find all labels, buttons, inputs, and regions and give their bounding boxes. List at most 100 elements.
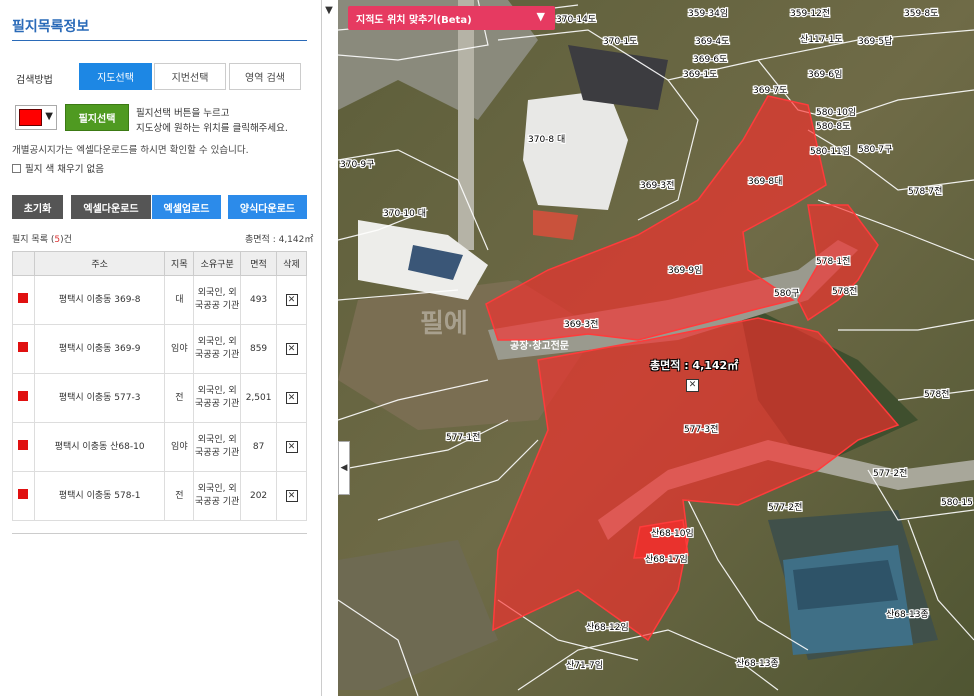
col-owner: 소유구분 — [193, 251, 242, 276]
parcel-label: 369-5답 — [858, 35, 892, 47]
panel-collapse-icon[interactable]: ▼ — [322, 5, 336, 21]
parcel-label: 369-3전 — [564, 319, 598, 330]
no-fill-checkbox[interactable] — [12, 163, 21, 173]
cell-category: 대 — [164, 275, 195, 325]
panel-bottom-divider — [12, 533, 307, 534]
delete-icon[interactable]: ✕ — [285, 440, 298, 453]
parcel-label: 578-7전 — [908, 186, 942, 197]
col-category: 지목 — [164, 251, 195, 276]
cell-address: 평택시 이충동 산68-10 — [33, 422, 166, 472]
title-divider — [12, 40, 307, 41]
parcel-label: 359-12전 — [790, 8, 830, 19]
close-icon[interactable]: ✕ — [686, 379, 699, 392]
table-row[interactable]: 평택시 이충동 369-8 대 외국인, 외국공공 기관 493 ✕ — [12, 275, 307, 325]
excel-upload-button[interactable]: 엑셀업로드 — [152, 195, 221, 219]
parcel-label: 359-8도 — [904, 9, 938, 19]
cell-area: 87 — [240, 422, 278, 472]
chevron-down-icon: ▼ — [536, 10, 545, 23]
aerial-map[interactable]: 370-14도 359-34임 359-12전 359-8도 370-1도 36… — [338, 0, 974, 696]
delete-icon[interactable]: ✕ — [285, 391, 298, 404]
cell-address: 평택시 이충동 369-8 — [33, 275, 166, 325]
cell-owner: 외국인, 외국공공 기관 — [193, 471, 242, 521]
parcel-label: 369-6도 — [693, 55, 727, 65]
parcel-label: 577-3전 — [684, 424, 718, 435]
parcel-label: 359-34임 — [688, 7, 728, 19]
parcel-color-flag — [18, 439, 29, 450]
table-row[interactable]: 평택시 이충동 369-9 임야 외국인, 외국공공 기관 859 ✕ — [12, 324, 307, 374]
cell-area: 493 — [240, 275, 278, 325]
parcel-label: 578전 — [924, 389, 949, 400]
table-header-row: 주소 지목 소유구분 면적 삭제 — [12, 251, 307, 276]
delete-icon[interactable]: ✕ — [285, 293, 298, 306]
parcel-label: 369-8대 — [748, 176, 782, 187]
col-delete: 삭제 — [276, 251, 307, 276]
excel-download-button[interactable]: 엑셀다운로드 — [71, 195, 151, 219]
parcel-label: 580-11임 — [810, 145, 850, 157]
price-info-text: 개별공시지가는 엑셀다운로드를 하시면 확인할 수 있습니다. — [12, 145, 249, 156]
color-swatch — [19, 109, 42, 126]
cell-area: 859 — [240, 324, 278, 374]
parcel-label: 577-2전 — [873, 468, 907, 479]
cell-owner: 외국인, 외국공공 기관 — [193, 422, 242, 472]
parcel-label: 370-1도 — [603, 37, 637, 47]
cell-owner: 외국인, 외국공공 기관 — [193, 324, 242, 374]
cell-address: 평택시 이충동 369-9 — [33, 324, 166, 374]
cadastral-align-label: 지적도 위치 맞추기(Beta) — [356, 14, 472, 26]
building-roof — [523, 90, 628, 210]
reset-button[interactable]: 초기화 — [12, 195, 63, 219]
parcel-label: 370-10 대 — [383, 208, 426, 219]
no-fill-checkbox-row[interactable]: 필지 색 채우기 없음 — [12, 161, 104, 175]
parcel-label: 580구 — [774, 288, 799, 299]
parcel-color-flag — [18, 341, 29, 352]
parcel-label: 산68-17임 — [645, 553, 688, 565]
panel-toggle-button[interactable]: ◀ — [338, 441, 350, 495]
table-row[interactable]: 평택시 이충동 578-1 전 외국인, 외국공공 기관 202 ✕ — [12, 471, 307, 521]
parcel-label: 산68-13종 — [886, 609, 929, 620]
cell-owner: 외국인, 외국공공 기관 — [193, 373, 242, 423]
hint-line-2: 지도상에 원하는 위치를 클릭해주세요. — [136, 123, 288, 134]
parcel-label: 370-9구 — [340, 159, 374, 170]
cadastral-align-dropdown[interactable]: 지적도 위치 맞추기(Beta) ▼ — [348, 6, 555, 30]
delete-icon[interactable]: ✕ — [285, 342, 298, 355]
parcel-label: 369-1도 — [683, 70, 717, 80]
parcel-label: 580-10임 — [816, 106, 856, 118]
tab-lot-select[interactable]: 지번선택 — [154, 63, 226, 90]
parcel-label: 577-1전 — [446, 432, 480, 443]
cell-owner: 외국인, 외국공공 기관 — [193, 275, 242, 325]
parcel-table: 주소 지목 소유구분 면적 삭제 평택시 이충동 369-8 대 외국인, 외국… — [12, 251, 307, 521]
app-window: 필지목록정보 ▼ 검색방법 지도선택 지번선택 영역 검색 ▼ 필지선택 필지선… — [0, 0, 974, 696]
search-method-label: 검색방법 — [16, 75, 53, 86]
parcel-label: 산68-12임 — [586, 621, 629, 633]
parcel-label: 577-2전 — [768, 502, 802, 513]
parcel-label: 369-4도 — [695, 37, 729, 47]
delete-icon[interactable]: ✕ — [285, 489, 298, 502]
parcel-label: 370-14도 — [556, 15, 596, 25]
tab-area-search[interactable]: 영역 검색 — [229, 63, 301, 90]
table-row[interactable]: 평택시 이충동 577-3 전 외국인, 외국공공 기관 2,501 ✕ — [12, 373, 307, 423]
parcel-label: 578-1전 — [816, 256, 850, 267]
parcel-label: 산68-10임 — [651, 527, 694, 539]
parcel-label: 580-7구 — [858, 144, 892, 155]
map-total-area-label: 총면적 : 4,142㎡ — [650, 359, 739, 372]
parcel-label: 369-9임 — [668, 264, 702, 276]
cell-category: 전 — [164, 373, 195, 423]
parcel-color-flag — [18, 292, 29, 303]
watermark-logo: 필에 — [420, 309, 468, 339]
parcel-color-flag — [18, 488, 29, 499]
color-picker[interactable]: ▼ — [15, 105, 57, 130]
parcel-label: 산71-7임 — [566, 659, 603, 671]
tab-map-select[interactable]: 지도선택 — [79, 63, 152, 90]
parcel-label: 산117-1도 — [800, 34, 843, 45]
parcel-label: 578전 — [832, 286, 857, 297]
cell-category: 임야 — [164, 422, 195, 472]
select-parcel-button[interactable]: 필지선택 — [65, 104, 129, 131]
col-flag — [12, 251, 35, 276]
cell-category: 전 — [164, 471, 195, 521]
form-download-button[interactable]: 양식다운로드 — [228, 195, 307, 219]
parcel-label: 산68-13종 — [736, 658, 779, 669]
map-canvas[interactable]: 370-14도 359-34임 359-12전 359-8도 370-1도 36… — [338, 0, 974, 696]
parcel-label: 580-8도 — [816, 122, 850, 132]
parcel-color-flag — [18, 390, 29, 401]
table-row[interactable]: 평택시 이충동 산68-10 임야 외국인, 외국공공 기관 87 ✕ — [12, 422, 307, 472]
parcel-label: 369-3전 — [640, 180, 674, 191]
